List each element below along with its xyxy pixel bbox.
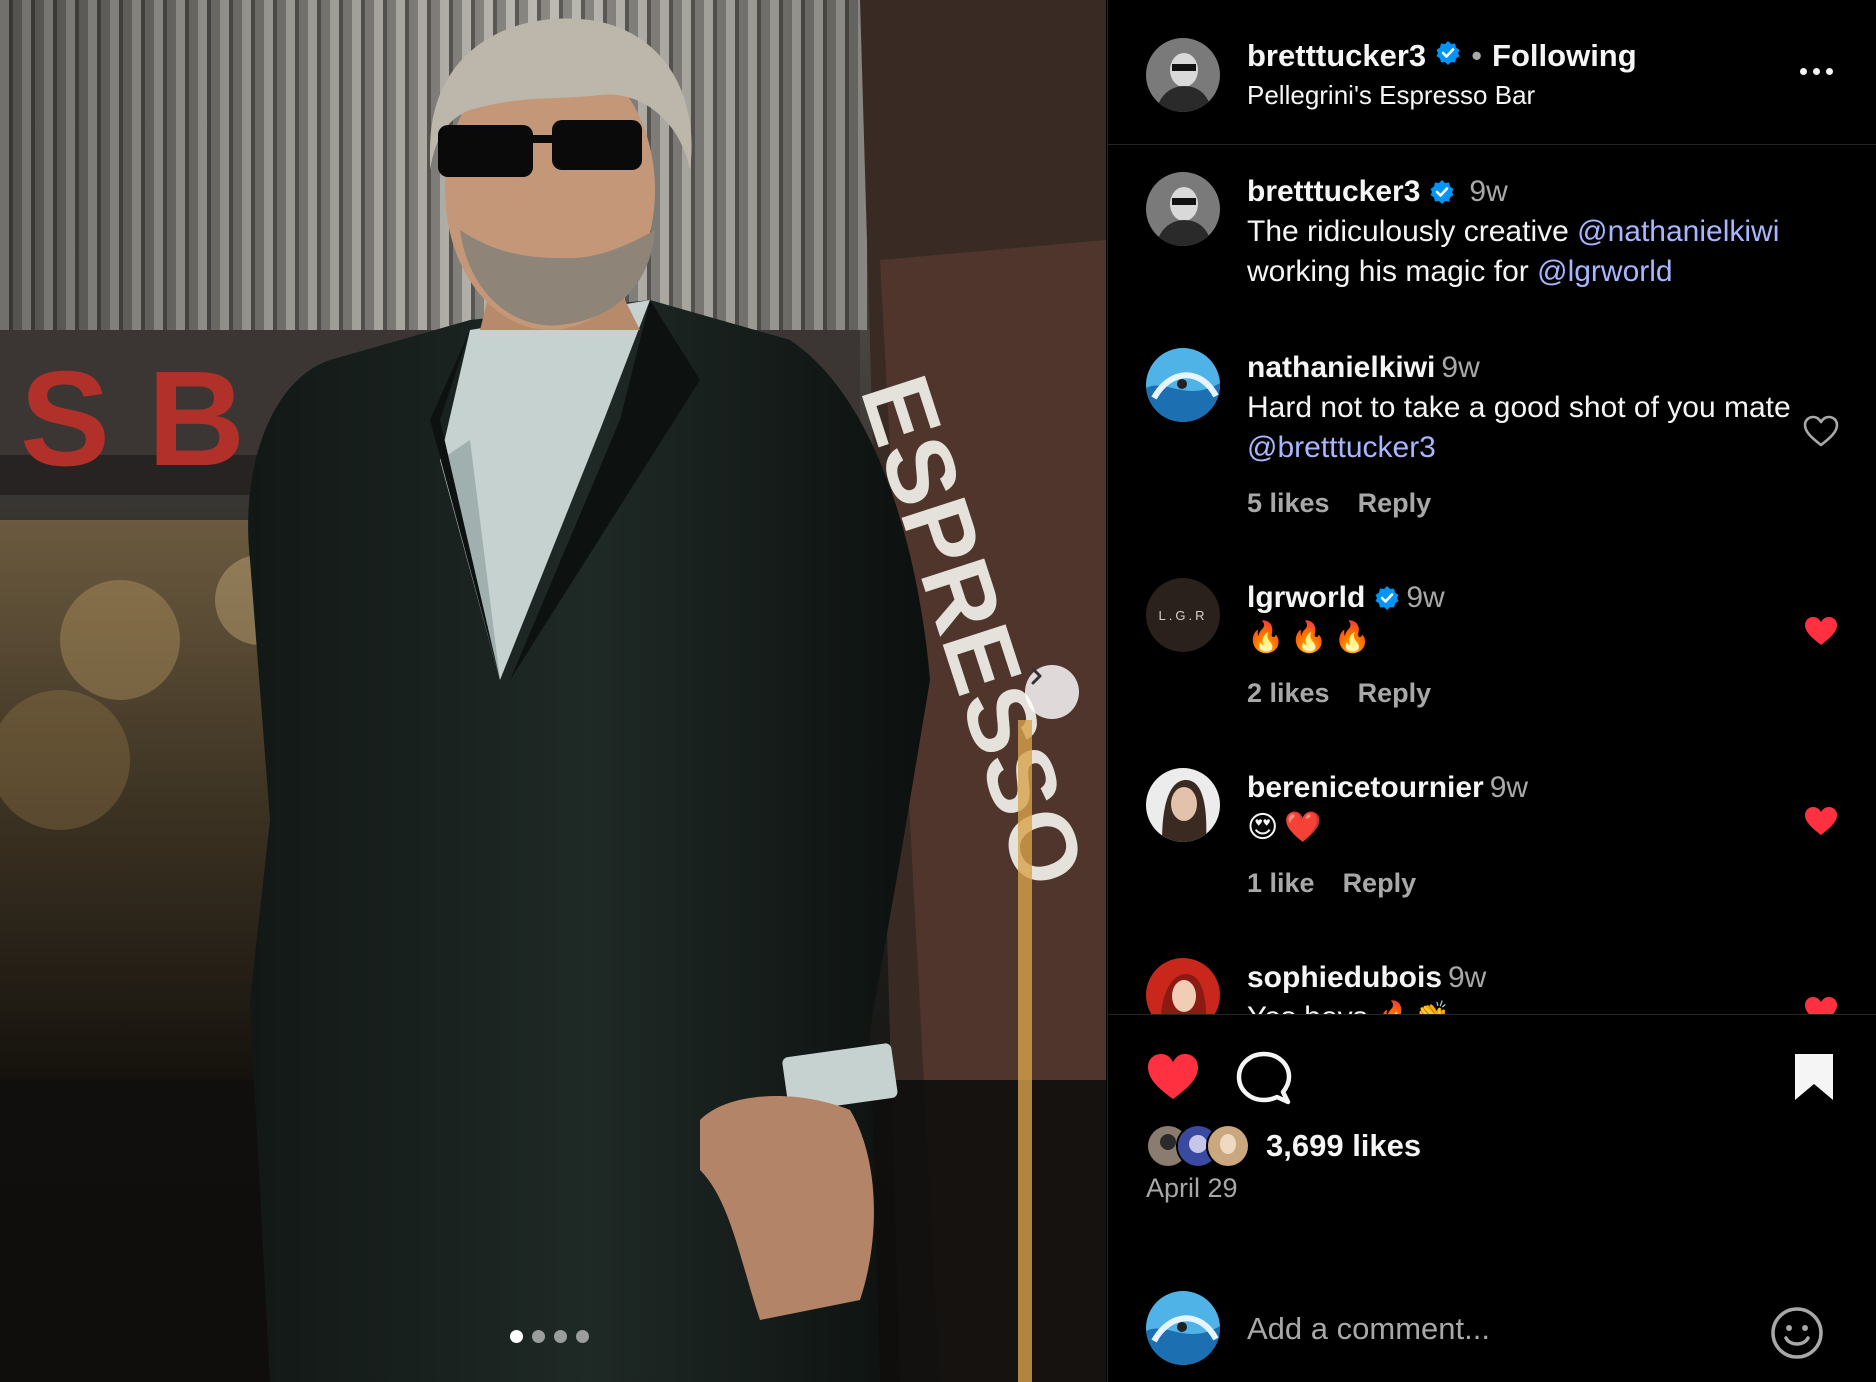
comment-text: 🔥🔥🔥 (1247, 621, 1378, 654)
commenter-avatar[interactable] (1146, 348, 1220, 422)
reply-button[interactable]: Reply (1358, 488, 1432, 519)
add-comment-input[interactable] (1247, 1307, 1747, 1351)
comment-time: 9w (1448, 961, 1487, 994)
verified-badge-icon (1429, 172, 1455, 212)
header-separator: • (1471, 38, 1483, 73)
comment-likes[interactable]: 2 likes (1247, 678, 1330, 709)
comment-time: 9w (1406, 581, 1445, 614)
carousel-dot (510, 1330, 523, 1343)
add-comment-bar (1108, 1271, 1876, 1382)
post-header: bretttucker3 • Following Pellegrini's Es… (1108, 0, 1876, 145)
author-username[interactable]: bretttucker3 (1247, 38, 1426, 74)
caption-time: 9w (1469, 175, 1508, 208)
comment-text: 😍❤️ (1247, 811, 1328, 844)
likes-count[interactable]: 3,699 likes (1266, 1128, 1421, 1164)
caption-mention[interactable]: @nathanielkiwi (1577, 215, 1779, 248)
post-location[interactable]: Pellegrini's Espresso Bar (1247, 80, 1535, 111)
following-button[interactable]: Following (1492, 38, 1637, 74)
post-actions: 3,699 likes April 29 (1108, 1014, 1876, 1382)
commenter-username[interactable]: lgrworld (1247, 581, 1365, 614)
commenter-avatar[interactable] (1146, 958, 1220, 1014)
liker-avatars[interactable] (1146, 1124, 1250, 1168)
bookmark-icon[interactable] (1792, 1051, 1836, 1108)
heart-icon[interactable] (1802, 804, 1840, 838)
carousel-dot (576, 1330, 589, 1343)
heart-icon[interactable] (1802, 414, 1840, 448)
heart-icon[interactable] (1802, 994, 1840, 1014)
author-avatar[interactable] (1146, 38, 1220, 112)
more-options-icon[interactable] (1788, 56, 1844, 86)
commenter-username[interactable]: sophiedubois (1247, 961, 1442, 994)
post-date[interactable]: April 29 (1146, 1173, 1238, 1204)
comment-time: 9w (1441, 351, 1480, 384)
commenter-username[interactable]: nathanielkiwi (1247, 351, 1435, 384)
caption-text: working his magic for (1247, 255, 1538, 288)
carousel-dots (510, 1330, 589, 1343)
carousel-next-button[interactable] (1025, 665, 1079, 719)
comment-likes[interactable]: 5 likes (1247, 488, 1330, 519)
post-photo[interactable]: S B A ESPRESSO (0, 0, 1106, 1382)
heart-icon[interactable] (1802, 614, 1840, 648)
verified-badge-icon (1374, 578, 1400, 618)
carousel-dot (532, 1330, 545, 1343)
comments-list[interactable]: bretttucker3 9w The ridiculously creative… (1108, 146, 1876, 1014)
reply-button[interactable]: Reply (1343, 868, 1417, 899)
comment-likes[interactable]: 1 like (1247, 868, 1315, 899)
emoji-icon[interactable] (1769, 1305, 1825, 1361)
commenter-avatar[interactable] (1146, 768, 1220, 842)
post-details-panel: bretttucker3 • Following Pellegrini's Es… (1107, 0, 1876, 1382)
comment-mention[interactable]: @bretttucker3 (1247, 431, 1436, 464)
comment-text: Yes boys 🔥👏 (1247, 1001, 1451, 1014)
current-user-avatar (1146, 1291, 1220, 1365)
lgr-logo-text: L.G.R (1158, 607, 1208, 623)
photo-illustration: S B A ESPRESSO (0, 0, 1106, 1382)
commenter-username[interactable]: berenicetournier (1247, 771, 1484, 804)
verified-badge-icon (1435, 38, 1461, 74)
comment-text: Hard not to take a good shot of you mate (1247, 391, 1791, 424)
caption-author-avatar[interactable] (1146, 172, 1220, 246)
commenter-avatar[interactable]: L.G.R (1146, 578, 1220, 652)
reply-button[interactable]: Reply (1358, 678, 1432, 709)
carousel-dot (554, 1330, 567, 1343)
caption-text: The ridiculously creative (1247, 215, 1578, 248)
comment-icon[interactable] (1236, 1051, 1292, 1112)
caption-username[interactable]: bretttucker3 (1247, 175, 1420, 208)
caption-mention[interactable]: @lgrworld (1537, 255, 1672, 288)
heart-icon[interactable] (1144, 1051, 1202, 1108)
comment-time: 9w (1489, 771, 1529, 804)
